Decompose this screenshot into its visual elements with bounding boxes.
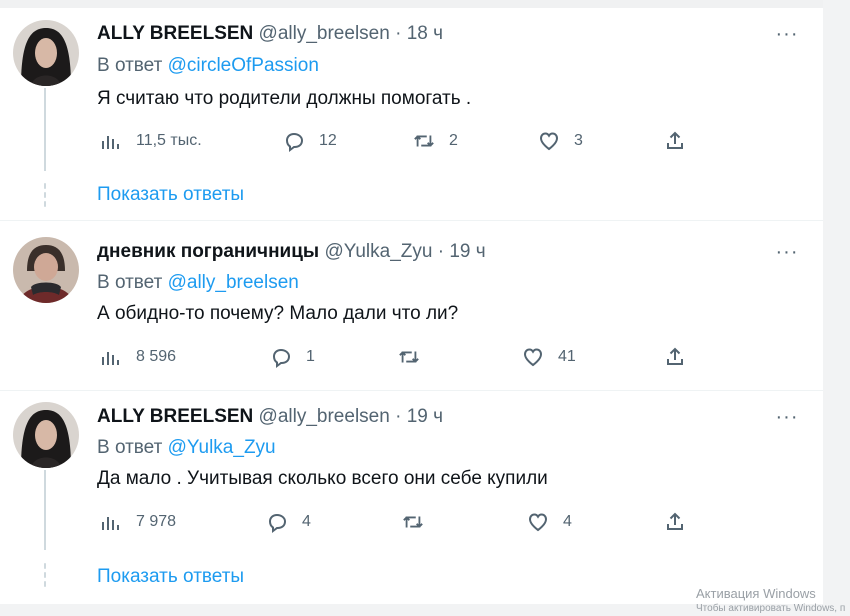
tweet-text: Я считаю что родители должны помогать .	[97, 88, 472, 109]
speech-bubble-icon	[272, 348, 291, 368]
thread-dot	[44, 572, 46, 578]
thread-dot	[44, 563, 46, 569]
reply-context: В ответ @ally_breelsen	[97, 271, 299, 295]
share-upload-icon	[667, 512, 683, 530]
author-handle[interactable]: @ally_breelsen	[259, 406, 390, 427]
reply-button[interactable]: 4	[266, 511, 311, 533]
author-name[interactable]: ALLY BREELSEN	[97, 406, 253, 427]
reply-mention-link[interactable]: @Yulka_Zyu	[168, 437, 276, 458]
share-button[interactable]	[664, 346, 686, 368]
views-count: 8 596	[136, 348, 177, 365]
heart-icon	[539, 132, 559, 151]
tweet-header: ALLY BREELSEN @ally_breelsen · 18 ч	[97, 22, 443, 46]
retweet-button[interactable]: 2	[413, 130, 458, 152]
reply-button[interactable]: 12	[283, 130, 337, 152]
views-count: 11,5 тыс.	[136, 132, 202, 149]
avatar[interactable]	[13, 20, 79, 86]
show-replies-link[interactable]: Показать ответы	[97, 565, 244, 589]
timestamp[interactable]: 19 ч	[449, 241, 485, 262]
views-button[interactable]: 7 978	[100, 511, 176, 533]
more-dots-icon[interactable]: ···	[774, 24, 800, 46]
reply-context: В ответ @circleOfPassion	[97, 54, 319, 78]
like-button[interactable]: 41	[522, 346, 576, 368]
views-button[interactable]: 11,5 тыс.	[100, 130, 202, 152]
bar-chart-icon	[102, 517, 119, 530]
more-dots-icon[interactable]: ···	[774, 242, 800, 264]
separator: ·	[395, 406, 402, 427]
reply-count: 1	[306, 348, 315, 365]
heart-icon	[528, 513, 548, 532]
watermark-subtitle: Чтобы активировать Windows, п	[696, 603, 846, 614]
tweet-text: Да мало . Учитывая сколько всего они себ…	[97, 468, 548, 489]
reply-mention-link[interactable]: @circleOfPassion	[168, 55, 319, 76]
show-replies-link[interactable]: Показать ответы	[97, 183, 244, 207]
like-button[interactable]: 3	[538, 130, 583, 152]
bar-chart-icon	[102, 352, 119, 365]
timestamp[interactable]: 19 ч	[407, 406, 443, 427]
views-button[interactable]: 8 596	[100, 346, 176, 368]
avatar[interactable]	[13, 402, 79, 468]
thread-dot	[44, 201, 46, 207]
share-button[interactable]	[664, 511, 686, 533]
reply-count: 4	[302, 513, 311, 530]
thread-line	[44, 88, 46, 171]
bar-chart-icon	[102, 136, 119, 149]
author-name[interactable]: ALLY BREELSEN	[97, 23, 253, 44]
speech-bubble-icon	[285, 132, 304, 152]
reply-mention-link[interactable]: @ally_breelsen	[168, 272, 299, 293]
watermark-title: Активация Windows	[696, 586, 816, 601]
like-count: 3	[574, 132, 583, 149]
separator: ·	[395, 23, 402, 44]
views-count: 7 978	[136, 513, 177, 530]
share-upload-icon	[667, 131, 683, 149]
tweet-header: дневник пограничницы @Yulka_Zyu · 19 ч	[97, 240, 486, 264]
share-button[interactable]	[664, 130, 686, 152]
reply-prefix: В ответ	[97, 55, 163, 76]
tweet-header: ALLY BREELSEN @ally_breelsen · 19 ч	[97, 405, 443, 429]
speech-bubble-icon	[268, 513, 287, 533]
thread-dot	[44, 581, 46, 587]
like-count: 4	[563, 513, 572, 530]
author-handle[interactable]: @ally_breelsen	[259, 23, 390, 44]
author-name[interactable]: дневник пограничницы	[97, 241, 319, 262]
reply-prefix: В ответ	[97, 437, 163, 458]
thread-dot	[44, 192, 46, 198]
separator: ·	[437, 241, 445, 262]
tweet-text: А обидно-то почему? Мало дали что ли?	[97, 303, 459, 324]
windows-activation-watermark: Активация Windows Чтобы активировать Win…	[696, 586, 845, 616]
retweet-arrows-icon	[399, 351, 419, 363]
retweet-button[interactable]	[402, 511, 438, 533]
retweet-arrows-icon	[414, 135, 434, 147]
retweet-count: 2	[449, 132, 458, 149]
like-count: 41	[558, 348, 576, 365]
like-button[interactable]: 4	[527, 511, 572, 533]
author-handle[interactable]: @Yulka_Zyu	[324, 241, 432, 262]
heart-icon	[523, 348, 543, 367]
timestamp[interactable]: 18 ч	[407, 23, 443, 44]
tweet-divider	[0, 220, 823, 221]
window-top-edge	[0, 0, 850, 8]
avatar[interactable]	[13, 237, 79, 303]
thread-dot	[44, 183, 46, 189]
more-dots-icon[interactable]: ···	[774, 407, 800, 429]
share-upload-icon	[667, 347, 683, 365]
reply-button[interactable]: 1	[270, 346, 315, 368]
reply-prefix: В ответ	[97, 272, 163, 293]
tweet-divider	[0, 390, 823, 391]
thread-line	[44, 470, 46, 550]
window-right-edge	[823, 0, 850, 616]
retweet-arrows-icon	[403, 516, 423, 528]
reply-count: 12	[319, 132, 337, 149]
retweet-button[interactable]	[398, 346, 434, 368]
reply-context: В ответ @Yulka_Zyu	[97, 436, 276, 460]
